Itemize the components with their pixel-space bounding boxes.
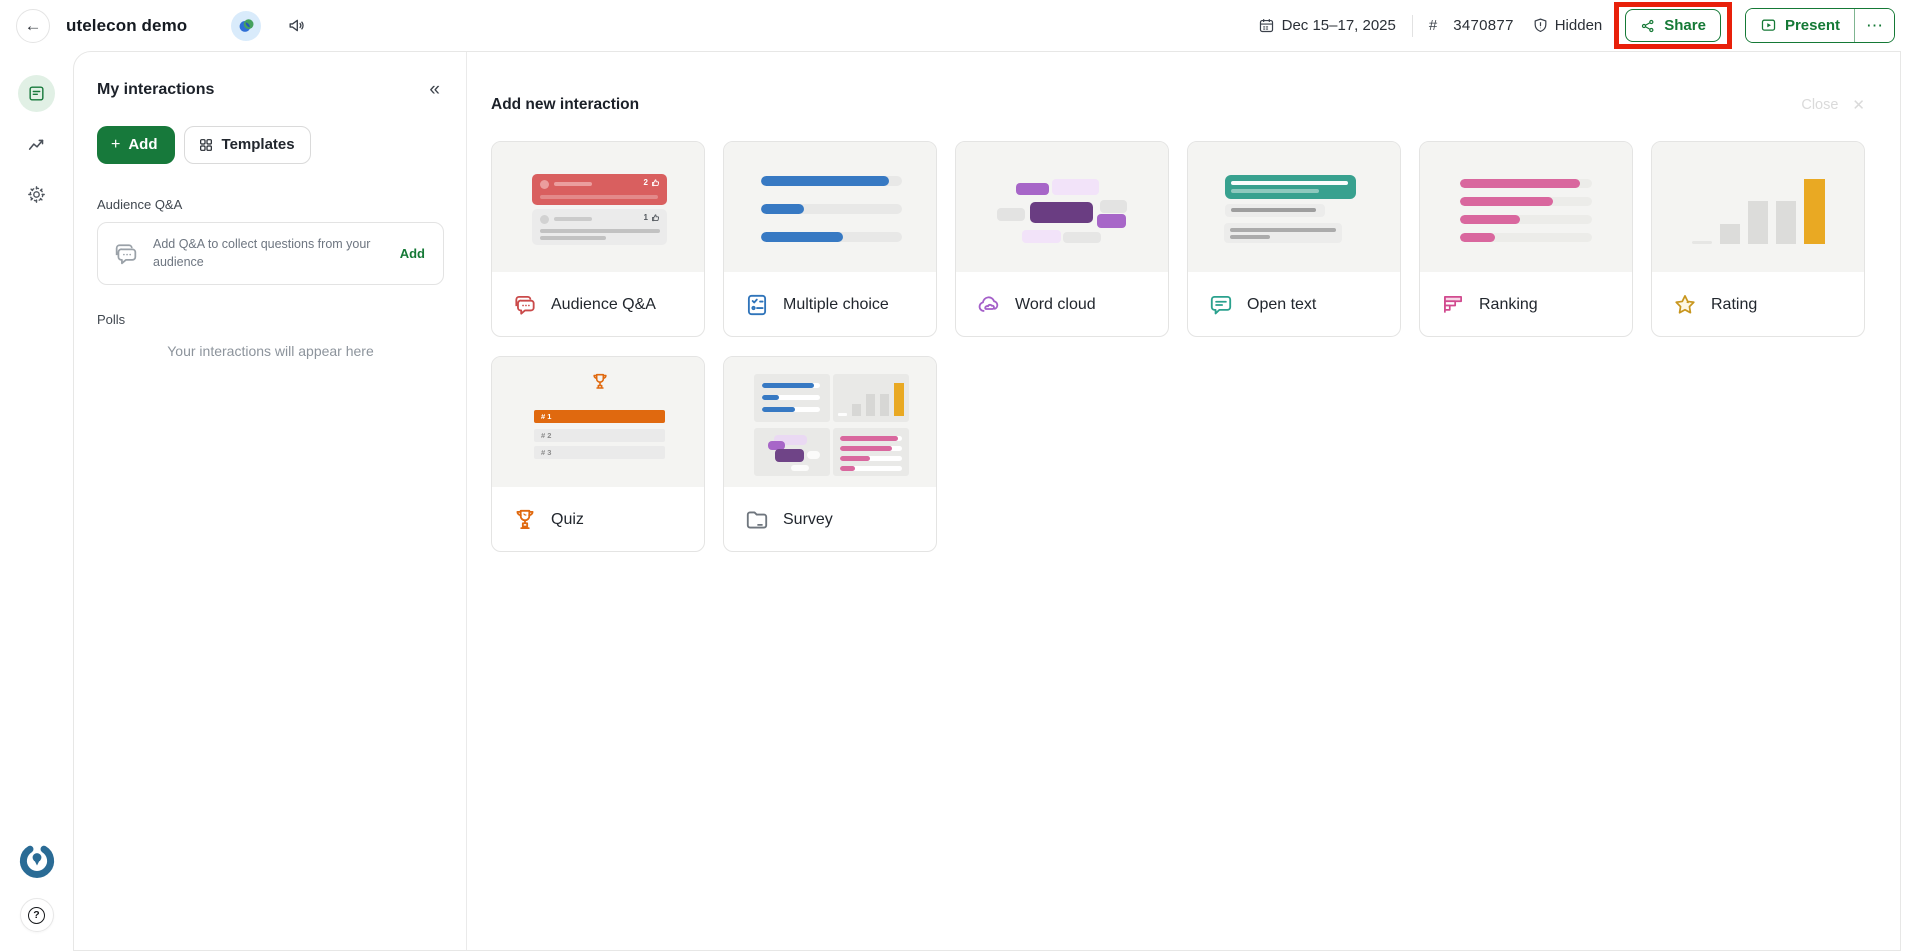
question-mark-icon: ? (28, 907, 45, 924)
qna-add-link[interactable]: Add (396, 244, 429, 263)
speech-bubble-icon (1208, 292, 1234, 318)
app-window: ← utelecon demo (0, 0, 1909, 943)
chat-bubbles-icon (112, 240, 140, 268)
card-quiz[interactable]: # 1 # 2 # 3 (491, 356, 705, 552)
trending-up-icon (26, 134, 48, 156)
close-icon: ✕ (1852, 96, 1865, 114)
content-sheet: My interactions « + Add Templates (73, 51, 1901, 951)
help-button[interactable]: ? (20, 898, 54, 932)
present-split-button: Present ⋯ (1745, 8, 1895, 43)
thumbs-up-icon (651, 213, 660, 222)
card-thumbnail (724, 142, 936, 272)
card-multiple-choice[interactable]: Multiple choice (723, 141, 937, 337)
qna-prompt-card: Add Q&A to collect questions from your a… (97, 222, 444, 285)
empty-state-text: Your interactions will appear here (97, 343, 444, 359)
cloud-icon (976, 292, 1002, 318)
top-bar: ← utelecon demo (0, 0, 1909, 51)
back-arrow-icon: ← (25, 16, 42, 36)
event-date: Dec 15–17, 2025 (1258, 17, 1396, 34)
sidebar-title: My interactions (97, 81, 214, 99)
close-panel-button[interactable]: Close ✕ (1801, 96, 1865, 114)
polls-section-label: Polls (97, 312, 444, 327)
content-icon (27, 84, 46, 103)
card-word-cloud[interactable]: Word cloud (955, 141, 1169, 337)
card-thumbnail: # 1 # 2 # 3 (492, 357, 704, 487)
add-interaction-panel: Add new interaction Close ✕ 2 (467, 52, 1900, 950)
hash-icon: # (1429, 17, 1437, 34)
panel-title: Add new interaction (491, 96, 639, 114)
trophy-icon (590, 372, 610, 394)
divider (1854, 9, 1855, 42)
card-ranking[interactable]: Ranking (1419, 141, 1633, 337)
nav-rail: ? (0, 51, 73, 943)
play-screen-icon (1760, 17, 1777, 34)
card-rating[interactable]: Rating (1651, 141, 1865, 337)
calendar-icon (1258, 17, 1275, 34)
card-open-text[interactable]: Open text (1187, 141, 1401, 337)
qna-section-label: Audience Q&A (97, 197, 444, 212)
card-thumbnail: 2 1 (492, 142, 704, 272)
interaction-type-grid: 2 1 (491, 141, 1865, 552)
megaphone-icon[interactable] (287, 16, 306, 35)
templates-button[interactable]: Templates (184, 126, 311, 164)
card-label: Quiz (551, 511, 584, 529)
share-icon (1640, 18, 1656, 34)
card-thumbnail (956, 142, 1168, 272)
checklist-icon (744, 292, 770, 318)
card-thumbnail (1188, 142, 1400, 272)
grid-icon (198, 137, 214, 153)
nav-results-button[interactable] (22, 130, 52, 160)
app-logo[interactable] (18, 842, 56, 880)
voting-code: # 3470877 (1429, 17, 1514, 34)
back-button[interactable]: ← (16, 9, 50, 43)
ellipsis-icon: ⋯ (1866, 16, 1883, 36)
nav-interactions-button[interactable] (18, 75, 55, 112)
star-icon (1672, 292, 1698, 318)
shield-alert-icon (1532, 17, 1549, 34)
add-button[interactable]: + Add (97, 126, 175, 164)
card-audience-qna[interactable]: 2 1 (491, 141, 705, 337)
nav-settings-button[interactable] (22, 179, 52, 209)
card-label: Open text (1247, 296, 1316, 314)
annotation-highlight-box: Share (1614, 2, 1732, 49)
card-survey[interactable]: Survey (723, 356, 937, 552)
integration-badge-icon (231, 11, 261, 41)
card-label: Ranking (1479, 296, 1538, 314)
qna-hint-text: Add Q&A to collect questions from your a… (153, 236, 383, 271)
more-options-button[interactable]: ⋯ (1855, 9, 1894, 42)
card-thumbnail (724, 357, 936, 487)
card-label: Multiple choice (783, 296, 889, 314)
ranking-steps-icon (1440, 292, 1466, 318)
card-thumbnail (1652, 142, 1864, 272)
collapse-sidebar-icon[interactable]: « (425, 78, 444, 101)
divider (1412, 15, 1413, 37)
folder-icon (744, 507, 770, 533)
visibility-status: Hidden (1532, 17, 1603, 34)
chat-bubbles-icon (512, 292, 538, 318)
mentimeter-logo-icon (18, 842, 56, 880)
card-thumbnail (1420, 142, 1632, 272)
card-label: Word cloud (1015, 296, 1096, 314)
card-label: Audience Q&A (551, 296, 656, 314)
interactions-sidebar: My interactions « + Add Templates (74, 52, 467, 950)
trophy-icon (512, 507, 538, 533)
thumbs-up-icon (651, 178, 660, 187)
present-button[interactable]: Present (1746, 9, 1854, 42)
card-label: Rating (1711, 296, 1757, 314)
gear-icon (26, 184, 47, 205)
presentation-title: utelecon demo (66, 16, 187, 36)
plus-icon: + (111, 137, 120, 153)
card-label: Survey (783, 511, 833, 529)
share-button[interactable]: Share (1625, 9, 1721, 42)
